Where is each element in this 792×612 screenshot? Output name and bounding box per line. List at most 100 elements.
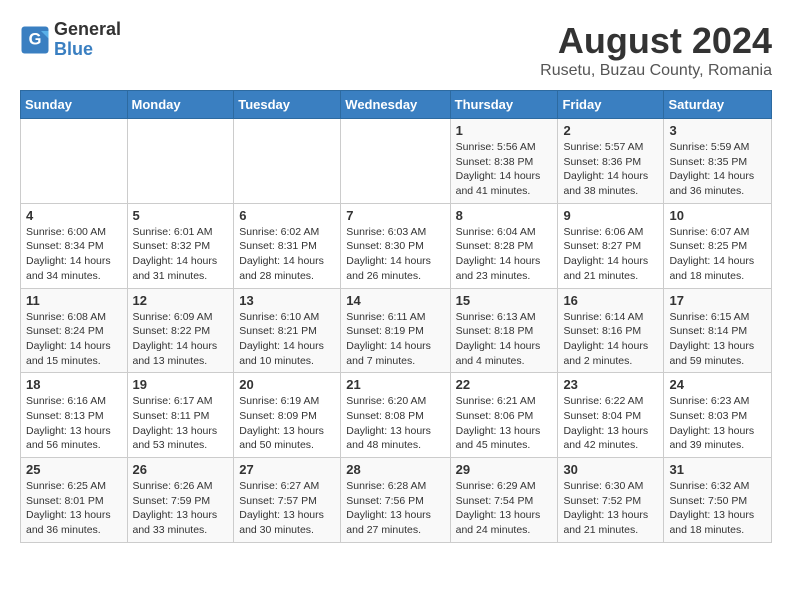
day-info: Sunrise: 6:30 AMSunset: 7:52 PMDaylight:… xyxy=(563,479,658,538)
day-number: 24 xyxy=(669,377,766,392)
day-number: 7 xyxy=(346,208,444,223)
day-number: 8 xyxy=(456,208,553,223)
day-number: 31 xyxy=(669,462,766,477)
logo: G General Blue xyxy=(20,20,121,60)
day-number: 15 xyxy=(456,293,553,308)
weekday-header-row: SundayMondayTuesdayWednesdayThursdayFrid… xyxy=(21,91,772,119)
calendar-week-row: 25 Sunrise: 6:25 AMSunset: 8:01 PMDayligh… xyxy=(21,458,772,543)
day-number: 14 xyxy=(346,293,444,308)
day-info: Sunrise: 6:09 AMSunset: 8:22 PMDaylight:… xyxy=(133,310,229,369)
calendar-week-row: 1Sunrise: 5:56 AMSunset: 8:38 PMDaylight… xyxy=(21,119,772,204)
day-number: 17 xyxy=(669,293,766,308)
location-subtitle: Rusetu, Buzau County, Romania xyxy=(540,62,772,80)
calendar-cell: 1Sunrise: 5:56 AMSunset: 8:38 PMDaylight… xyxy=(450,119,558,204)
day-info: Sunrise: 6:23 AMSunset: 8:03 PMDaylight:… xyxy=(669,394,766,453)
calendar-cell: 19Sunrise: 6:17 AMSunset: 8:11 PMDayligh… xyxy=(127,373,234,458)
day-info: Sunrise: 6:00 AMSunset: 8:34 PMDaylight:… xyxy=(26,225,122,284)
calendar-week-row: 18Sunrise: 6:16 AMSunset: 8:13 PMDayligh… xyxy=(21,373,772,458)
day-number: 1 xyxy=(456,123,553,138)
calendar-cell xyxy=(341,119,450,204)
day-info: Sunrise: 6:06 AMSunset: 8:27 PMDaylight:… xyxy=(563,225,658,284)
calendar-cell: 17 Sunrise: 6:15 AMSunset: 8:14 PMDayligh… xyxy=(664,288,772,373)
page-header: G General Blue August 2024 Rusetu, Buzau… xyxy=(20,20,772,80)
weekday-header-sunday: Sunday xyxy=(21,91,128,119)
calendar-cell: 4 Sunrise: 6:00 AMSunset: 8:34 PMDaylight… xyxy=(21,203,128,288)
day-info: Sunrise: 6:08 AMSunset: 8:24 PMDaylight:… xyxy=(26,310,122,369)
day-info: Sunrise: 6:15 AMSunset: 8:14 PMDaylight:… xyxy=(669,310,766,369)
day-number: 16 xyxy=(563,293,658,308)
day-info: Sunrise: 6:19 AMSunset: 8:09 PMDaylight:… xyxy=(239,394,335,453)
calendar-cell: 28 Sunrise: 6:28 AMSunset: 7:56 PMDayligh… xyxy=(341,458,450,543)
day-number: 3 xyxy=(669,123,766,138)
day-info: Sunrise: 6:29 AMSunset: 7:54 PMDaylight:… xyxy=(456,479,553,538)
svg-text:G: G xyxy=(29,30,42,48)
day-info: Sunrise: 6:04 AMSunset: 8:28 PMDaylight:… xyxy=(456,225,553,284)
day-info: Sunrise: 6:16 AMSunset: 8:13 PMDaylight:… xyxy=(26,394,122,453)
calendar-cell: 20Sunrise: 6:19 AMSunset: 8:09 PMDayligh… xyxy=(234,373,341,458)
month-year-title: August 2024 xyxy=(540,20,772,62)
calendar-cell: 2 Sunrise: 5:57 AMSunset: 8:36 PMDaylight… xyxy=(558,119,664,204)
day-number: 10 xyxy=(669,208,766,223)
day-info: Sunrise: 6:26 AMSunset: 7:59 PMDaylight:… xyxy=(133,479,229,538)
calendar-cell: 7 Sunrise: 6:03 AMSunset: 8:30 PMDaylight… xyxy=(341,203,450,288)
day-info: Sunrise: 6:32 AMSunset: 7:50 PMDaylight:… xyxy=(669,479,766,538)
calendar-cell: 14Sunrise: 6:11 AMSunset: 8:19 PMDayligh… xyxy=(341,288,450,373)
weekday-header-tuesday: Tuesday xyxy=(234,91,341,119)
calendar-cell xyxy=(127,119,234,204)
weekday-header-wednesday: Wednesday xyxy=(341,91,450,119)
day-number: 4 xyxy=(26,208,122,223)
calendar-cell: 26 Sunrise: 6:26 AMSunset: 7:59 PMDayligh… xyxy=(127,458,234,543)
calendar-cell: 8 Sunrise: 6:04 AMSunset: 8:28 PMDaylight… xyxy=(450,203,558,288)
calendar-cell xyxy=(21,119,128,204)
calendar-body: 1Sunrise: 5:56 AMSunset: 8:38 PMDaylight… xyxy=(21,119,772,543)
day-number: 21 xyxy=(346,377,444,392)
day-number: 23 xyxy=(563,377,658,392)
day-number: 2 xyxy=(563,123,658,138)
calendar-cell: 23 Sunrise: 6:22 AMSunset: 8:04 PMDayligh… xyxy=(558,373,664,458)
calendar-cell: 18Sunrise: 6:16 AMSunset: 8:13 PMDayligh… xyxy=(21,373,128,458)
calendar-cell: 13Sunrise: 6:10 AMSunset: 8:21 PMDayligh… xyxy=(234,288,341,373)
calendar-cell xyxy=(234,119,341,204)
day-info: Sunrise: 6:03 AMSunset: 8:30 PMDaylight:… xyxy=(346,225,444,284)
day-info: Sunrise: 6:14 AMSunset: 8:16 PMDaylight:… xyxy=(563,310,658,369)
day-number: 11 xyxy=(26,293,122,308)
day-info: Sunrise: 6:01 AMSunset: 8:32 PMDaylight:… xyxy=(133,225,229,284)
day-info: Sunrise: 6:20 AMSunset: 8:08 PMDaylight:… xyxy=(346,394,444,453)
calendar-cell: 10Sunrise: 6:07 AMSunset: 8:25 PMDayligh… xyxy=(664,203,772,288)
day-info: Sunrise: 6:28 AMSunset: 7:56 PMDaylight:… xyxy=(346,479,444,538)
day-info: Sunrise: 6:25 AMSunset: 8:01 PMDaylight:… xyxy=(26,479,122,538)
day-number: 25 xyxy=(26,462,122,477)
calendar-cell: 24 Sunrise: 6:23 AMSunset: 8:03 PMDayligh… xyxy=(664,373,772,458)
calendar-cell: 21 Sunrise: 6:20 AMSunset: 8:08 PMDayligh… xyxy=(341,373,450,458)
day-number: 19 xyxy=(133,377,229,392)
calendar-header: SundayMondayTuesdayWednesdayThursdayFrid… xyxy=(21,91,772,119)
day-number: 28 xyxy=(346,462,444,477)
day-number: 27 xyxy=(239,462,335,477)
calendar-week-row: 4 Sunrise: 6:00 AMSunset: 8:34 PMDaylight… xyxy=(21,203,772,288)
day-number: 26 xyxy=(133,462,229,477)
day-number: 22 xyxy=(456,377,553,392)
weekday-header-saturday: Saturday xyxy=(664,91,772,119)
calendar-cell: 16 Sunrise: 6:14 AMSunset: 8:16 PMDayligh… xyxy=(558,288,664,373)
day-info: Sunrise: 6:22 AMSunset: 8:04 PMDaylight:… xyxy=(563,394,658,453)
weekday-header-thursday: Thursday xyxy=(450,91,558,119)
weekday-header-monday: Monday xyxy=(127,91,234,119)
day-number: 5 xyxy=(133,208,229,223)
day-number: 30 xyxy=(563,462,658,477)
calendar-cell: 29 Sunrise: 6:29 AMSunset: 7:54 PMDayligh… xyxy=(450,458,558,543)
calendar-table: SundayMondayTuesdayWednesdayThursdayFrid… xyxy=(20,90,772,543)
day-info: Sunrise: 5:57 AMSunset: 8:36 PMDaylight:… xyxy=(563,140,658,199)
weekday-header-friday: Friday xyxy=(558,91,664,119)
day-info: Sunrise: 6:21 AMSunset: 8:06 PMDaylight:… xyxy=(456,394,553,453)
logo-general-text: General xyxy=(54,20,121,40)
day-number: 29 xyxy=(456,462,553,477)
day-info: Sunrise: 5:59 AMSunset: 8:35 PMDaylight:… xyxy=(669,140,766,199)
calendar-cell: 25 Sunrise: 6:25 AMSunset: 8:01 PMDayligh… xyxy=(21,458,128,543)
day-info: Sunrise: 6:02 AMSunset: 8:31 PMDaylight:… xyxy=(239,225,335,284)
calendar-cell: 15Sunrise: 6:13 AMSunset: 8:18 PMDayligh… xyxy=(450,288,558,373)
day-number: 6 xyxy=(239,208,335,223)
calendar-week-row: 11 Sunrise: 6:08 AMSunset: 8:24 PMDayligh… xyxy=(21,288,772,373)
day-number: 12 xyxy=(133,293,229,308)
calendar-cell: 12 Sunrise: 6:09 AMSunset: 8:22 PMDayligh… xyxy=(127,288,234,373)
calendar-cell: 3 Sunrise: 5:59 AMSunset: 8:35 PMDaylight… xyxy=(664,119,772,204)
